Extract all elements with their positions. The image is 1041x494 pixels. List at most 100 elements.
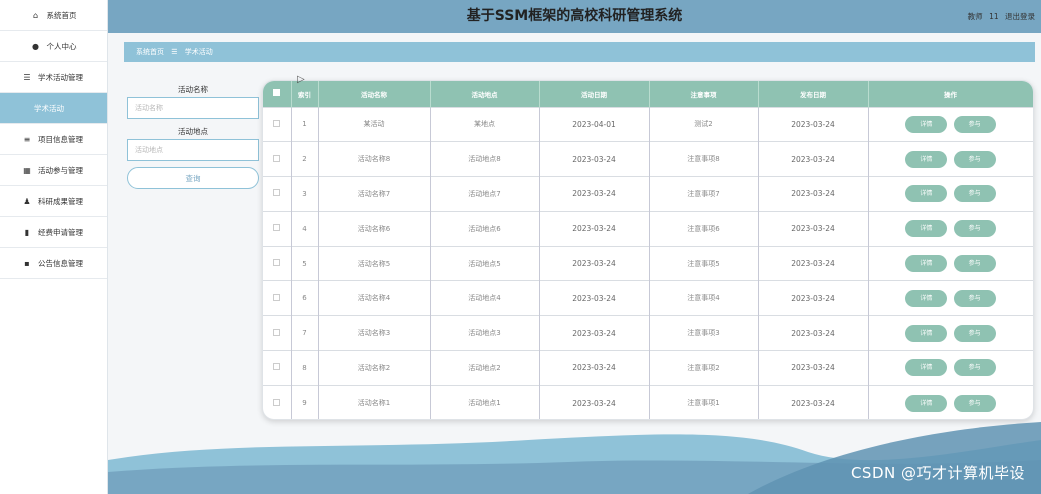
sidebar-item-label: 个人中心 bbox=[46, 41, 77, 51]
page-title: 基于SSM框架的高校科研管理系统 bbox=[466, 8, 683, 24]
search-panel: 活动名称 活动地点 查询 bbox=[127, 83, 259, 189]
cell-name: 活动名称2 bbox=[318, 350, 431, 386]
cell-note: 注意事项4 bbox=[649, 280, 759, 316]
cell-note: 测试2 bbox=[649, 107, 759, 142]
join-button[interactable]: 参与 bbox=[953, 150, 996, 168]
table-row: 5 活动名称5 活动地点5 2023-03-24 注意事项5 2023-03-2… bbox=[263, 246, 1033, 281]
sidebar-item-announcement-management[interactable]: ▪ 公告信息管理 bbox=[0, 248, 107, 279]
join-button[interactable]: 参与 bbox=[953, 255, 996, 273]
table-row: 8 活动名称2 活动地点2 2023-03-24 注意事项2 2023-03-2… bbox=[263, 350, 1033, 386]
table-row: 3 活动名称7 活动地点7 2023-03-24 注意事项7 2023-03-2… bbox=[263, 176, 1033, 212]
join-button[interactable]: 参与 bbox=[953, 394, 996, 412]
row-checkbox[interactable] bbox=[263, 141, 292, 177]
mouse-cursor-icon: ▷ bbox=[297, 74, 305, 85]
detail-button[interactable]: 详情 bbox=[905, 359, 948, 377]
detail-button[interactable]: 详情 bbox=[905, 255, 948, 273]
row-checkbox[interactable] bbox=[263, 315, 292, 351]
cell-name: 活动名称6 bbox=[318, 211, 431, 247]
row-checkbox[interactable] bbox=[263, 350, 292, 386]
sidebar-item-label: 经费申请管理 bbox=[38, 227, 83, 237]
select-all-checkbox[interactable] bbox=[263, 81, 292, 107]
cell-publish-date: 2023-03-24 bbox=[758, 176, 869, 212]
sidebar-item-profile[interactable]: ● 个人中心 bbox=[0, 31, 107, 62]
user-icon: ● bbox=[32, 41, 39, 51]
watermark: CSDN @巧才计算机毕设 bbox=[850, 464, 1025, 482]
breadcrumb-current: 学术活动 bbox=[184, 48, 213, 56]
menu-icon: ≡ bbox=[23, 134, 31, 144]
cell-publish-date: 2023-03-24 bbox=[758, 246, 869, 281]
join-button[interactable]: 参与 bbox=[953, 359, 996, 377]
blocks-icon: ▪ bbox=[24, 258, 30, 268]
sidebar: ⌂ 系统首页 ● 个人中心 ☰ 学术活动管理 学术活动 ≡ 项目信息管理 ▦ 活… bbox=[0, 0, 108, 494]
activity-place-input[interactable] bbox=[127, 139, 259, 161]
row-checkbox[interactable] bbox=[263, 176, 292, 212]
row-checkbox[interactable] bbox=[263, 246, 292, 281]
sidebar-item-funding-application-management[interactable]: ▮ 经费申请管理 bbox=[0, 217, 107, 248]
sidebar-item-academic-activity-management[interactable]: ☰ 学术活动管理 bbox=[0, 62, 107, 93]
cell-note: 注意事项7 bbox=[649, 176, 759, 212]
cell-date: 2023-03-24 bbox=[539, 176, 650, 212]
cell-actions: 详情 参与 bbox=[868, 107, 1033, 142]
sidebar-item-activity-participation-management[interactable]: ▦ 活动参与管理 bbox=[0, 155, 107, 186]
sidebar-item-research-results-management[interactable]: ♟ 科研成果管理 bbox=[0, 186, 107, 217]
cell-place: 活动地点8 bbox=[430, 141, 540, 177]
cell-note: 注意事项6 bbox=[649, 211, 759, 247]
cell-index: 2 bbox=[291, 141, 319, 177]
column-header-note: 注意事项 bbox=[649, 81, 759, 107]
cell-index: 6 bbox=[291, 280, 319, 316]
cell-date: 2023-03-24 bbox=[539, 350, 650, 386]
cell-index: 7 bbox=[291, 315, 319, 351]
cell-name: 活动名称8 bbox=[318, 141, 431, 177]
grid-icon: ▦ bbox=[23, 165, 31, 175]
sidebar-item-label: 公告信息管理 bbox=[38, 258, 83, 268]
cell-publish-date: 2023-03-24 bbox=[758, 141, 869, 177]
user-info: 教师 11 退出登录 bbox=[964, 0, 1035, 33]
cell-note: 注意事项3 bbox=[649, 315, 759, 351]
cell-actions: 详情 参与 bbox=[868, 211, 1033, 247]
activity-place-label: 活动地点 bbox=[178, 127, 208, 136]
cell-place: 某地点 bbox=[430, 107, 540, 142]
sidebar-item-label: 系统首页 bbox=[46, 10, 77, 20]
cell-note: 注意事项8 bbox=[649, 141, 759, 177]
cell-date: 2023-03-24 bbox=[539, 211, 650, 247]
table-row: 2 活动名称8 活动地点8 2023-03-24 注意事项8 2023-03-2… bbox=[263, 141, 1033, 177]
sidebar-item-home[interactable]: ⌂ 系统首页 bbox=[0, 0, 107, 31]
row-checkbox[interactable] bbox=[263, 107, 292, 142]
sidebar-item-label: 科研成果管理 bbox=[38, 196, 83, 206]
cell-place: 活动地点5 bbox=[430, 246, 540, 281]
search-button[interactable]: 查询 bbox=[127, 167, 259, 189]
logout-link[interactable]: 退出登录 bbox=[1005, 12, 1035, 21]
cell-actions: 详情 参与 bbox=[868, 141, 1033, 177]
detail-button[interactable]: 详情 bbox=[905, 394, 948, 412]
cell-place: 活动地点7 bbox=[430, 176, 540, 212]
cell-publish-date: 2023-03-24 bbox=[758, 280, 869, 316]
cell-actions: 详情 参与 bbox=[868, 350, 1033, 386]
breadcrumb-home[interactable]: 系统首页 bbox=[136, 48, 164, 56]
list-icon: ☰ bbox=[23, 72, 31, 82]
cell-note: 注意事项2 bbox=[649, 350, 759, 386]
detail-button[interactable]: 详情 bbox=[905, 324, 948, 342]
sidebar-item-project-info-management[interactable]: ≡ 项目信息管理 bbox=[0, 124, 107, 155]
detail-button[interactable]: 详情 bbox=[905, 150, 948, 168]
activity-name-input[interactable] bbox=[127, 97, 259, 119]
row-checkbox[interactable] bbox=[263, 280, 292, 316]
column-header-name: 活动名称 bbox=[318, 81, 431, 107]
join-button[interactable]: 参与 bbox=[953, 324, 996, 342]
cell-publish-date: 2023-03-24 bbox=[758, 350, 869, 386]
join-button[interactable]: 参与 bbox=[953, 185, 996, 203]
join-button[interactable]: 参与 bbox=[953, 220, 996, 238]
sidebar-item-academic-activity[interactable]: 学术活动 bbox=[0, 93, 107, 124]
detail-button[interactable]: 详情 bbox=[905, 185, 948, 203]
column-header-publish-date: 发布日期 bbox=[758, 81, 869, 107]
row-checkbox[interactable] bbox=[263, 211, 292, 247]
join-button[interactable]: 参与 bbox=[953, 115, 996, 133]
detail-button[interactable]: 详情 bbox=[905, 115, 948, 133]
cell-index: 1 bbox=[291, 107, 319, 142]
detail-button[interactable]: 详情 bbox=[905, 220, 948, 238]
sidebar-item-label: 项目信息管理 bbox=[38, 134, 83, 144]
cell-index: 8 bbox=[291, 350, 319, 386]
cell-date: 2023-04-01 bbox=[539, 107, 650, 142]
join-button[interactable]: 参与 bbox=[953, 289, 996, 307]
cell-name: 活动名称3 bbox=[318, 315, 431, 351]
detail-button[interactable]: 详情 bbox=[905, 289, 948, 307]
